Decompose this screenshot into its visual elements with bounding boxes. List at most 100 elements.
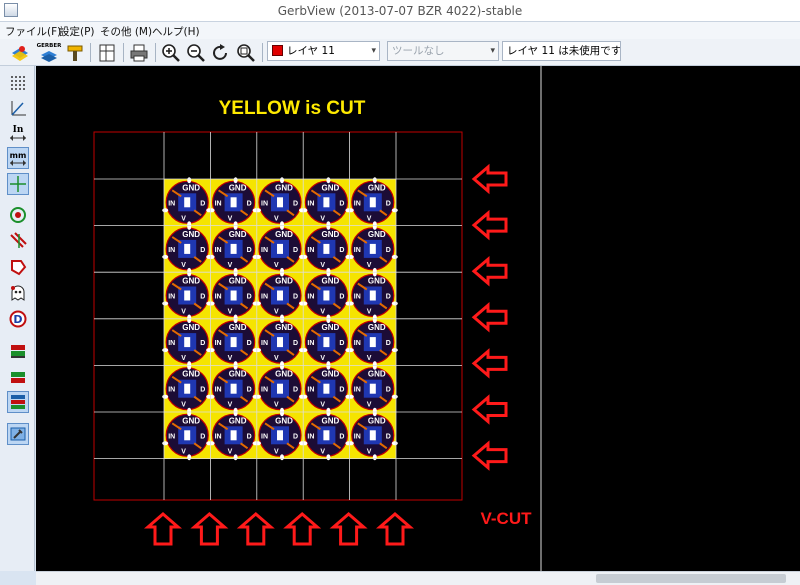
menu-settings[interactable]: 設定(P) [59, 24, 95, 39]
layer-status-field: レイヤ 11 は未使用です [502, 41, 621, 61]
board-label-left: IN [307, 387, 314, 394]
board-label-left: IN [307, 294, 314, 301]
canvas-heading: YELLOW is CUT [219, 98, 366, 119]
diff-mode-icon[interactable] [7, 391, 29, 413]
board-label-left: IN [215, 340, 222, 347]
layers-mode-icon[interactable] [7, 366, 29, 388]
layer-select[interactable]: レイヤ 11 ▾ [267, 41, 380, 61]
board-label-top: GND [322, 183, 340, 192]
board-label-bottom: V [181, 448, 186, 455]
board-label-right: D [293, 340, 298, 347]
board-label-bottom: V [274, 215, 279, 222]
up-arrow [329, 512, 368, 546]
board-label-top: GND [275, 230, 293, 239]
grid-icon[interactable] [7, 72, 29, 94]
right-arrow [471, 348, 508, 379]
tool-select[interactable]: ツールなし ▾ [387, 41, 499, 61]
board-label-right: D [247, 340, 252, 347]
board-label-left: IN [354, 200, 361, 207]
board-label-top: GND [322, 323, 340, 332]
board-label-top: GND [368, 230, 386, 239]
menu-misc[interactable]: その他 (M) [100, 24, 152, 39]
board-label-bottom: V [274, 402, 279, 409]
board-label-bottom: V [228, 309, 233, 316]
print-icon[interactable] [128, 42, 150, 63]
board-label-bottom: V [228, 215, 233, 222]
lines-icon[interactable] [7, 230, 29, 252]
board-label-right: D [200, 200, 205, 207]
board-label-top: GND [182, 370, 200, 379]
board-label-top: GND [182, 416, 200, 425]
board-label-right: D [386, 387, 391, 394]
board-label-left: IN [215, 247, 222, 254]
board-label-right: D [339, 294, 344, 301]
up-arrow [190, 512, 229, 546]
menu-file[interactable]: ファイル(F) [5, 24, 61, 39]
scrollbar-thumb[interactable] [596, 574, 786, 583]
inch-label: In [12, 124, 24, 135]
board-label-left: IN [354, 433, 361, 440]
board-label-right: D [200, 340, 205, 347]
polygon-icon[interactable] [7, 256, 29, 278]
board-label-right: D [339, 387, 344, 394]
menu-help[interactable]: ヘルプ(H) [152, 24, 200, 39]
layer-status-text: レイヤ 11 は未使用です [507, 45, 621, 57]
board-label-right: D [247, 387, 252, 394]
mm-units-button[interactable]: mm [7, 147, 29, 169]
board-label-right: D [293, 294, 298, 301]
right-arrow [471, 255, 508, 287]
board-label-left: IN [215, 294, 222, 301]
board-label-right: D [386, 294, 391, 301]
zoom-out-icon[interactable] [185, 42, 207, 63]
cursor-shape-icon[interactable] [7, 173, 29, 195]
board-label-bottom: V [320, 448, 325, 455]
board-label-right: D [200, 387, 205, 394]
chevron-down-icon: ▾ [490, 46, 495, 56]
page-settings-icon[interactable] [96, 42, 118, 63]
bottom-arrows [143, 512, 415, 546]
board-label-top: GND [322, 230, 340, 239]
board-label-top: GND [368, 183, 386, 192]
board-label-right: D [386, 340, 391, 347]
layers-icon[interactable] [7, 340, 29, 362]
board-label-right: D [339, 433, 344, 440]
right-arrow [471, 302, 508, 333]
board-label-left: IN [215, 387, 222, 394]
board-label-top: GND [229, 370, 247, 379]
horizontal-scrollbar[interactable] [36, 571, 800, 585]
right-arrow [471, 394, 508, 425]
board-label-top: GND [368, 416, 386, 425]
ghost-icon[interactable] [7, 282, 29, 304]
layer-color-swatch [272, 45, 283, 56]
svg-text:D: D [13, 313, 22, 326]
board-label-right: D [386, 200, 391, 207]
dcodes-icon[interactable]: D [7, 308, 29, 330]
layer-manager-icon[interactable] [7, 423, 29, 445]
board-label-left: IN [261, 433, 268, 440]
flashed-items-icon[interactable] [7, 204, 29, 226]
polar-coords-icon[interactable] [7, 97, 29, 119]
drill-icon[interactable] [64, 42, 86, 63]
board-label-bottom: V [181, 402, 186, 409]
board-label-right: D [293, 200, 298, 207]
zoom-fit-icon[interactable] [235, 42, 257, 63]
zoom-in-icon[interactable] [160, 42, 182, 63]
inch-units-button[interactable]: In [7, 122, 29, 144]
board-label-right: D [386, 247, 391, 254]
open-gerber-icon[interactable]: GERBER [36, 42, 62, 63]
redraw-icon[interactable] [210, 42, 232, 63]
right-arrow [471, 163, 508, 195]
board-label-right: D [293, 247, 298, 254]
board-label-right: D [247, 294, 252, 301]
board-label-top: GND [368, 277, 386, 286]
board-label-left: IN [261, 294, 268, 301]
board-label-left: IN [168, 340, 175, 347]
open-layer-icon[interactable] [9, 42, 31, 63]
board-label-top: GND [275, 277, 293, 286]
board-label-left: IN [168, 294, 175, 301]
window-title: GerbView (2013-07-07 BZR 4022)-stable [277, 4, 523, 18]
drawing-canvas[interactable]: GND IN V D GND IN V D GND IN V D GND IN V D GND IN V D GND IN… [36, 66, 800, 571]
up-arrow [236, 512, 275, 546]
board-label-left: IN [307, 247, 314, 254]
board-label-bottom: V [181, 309, 186, 316]
